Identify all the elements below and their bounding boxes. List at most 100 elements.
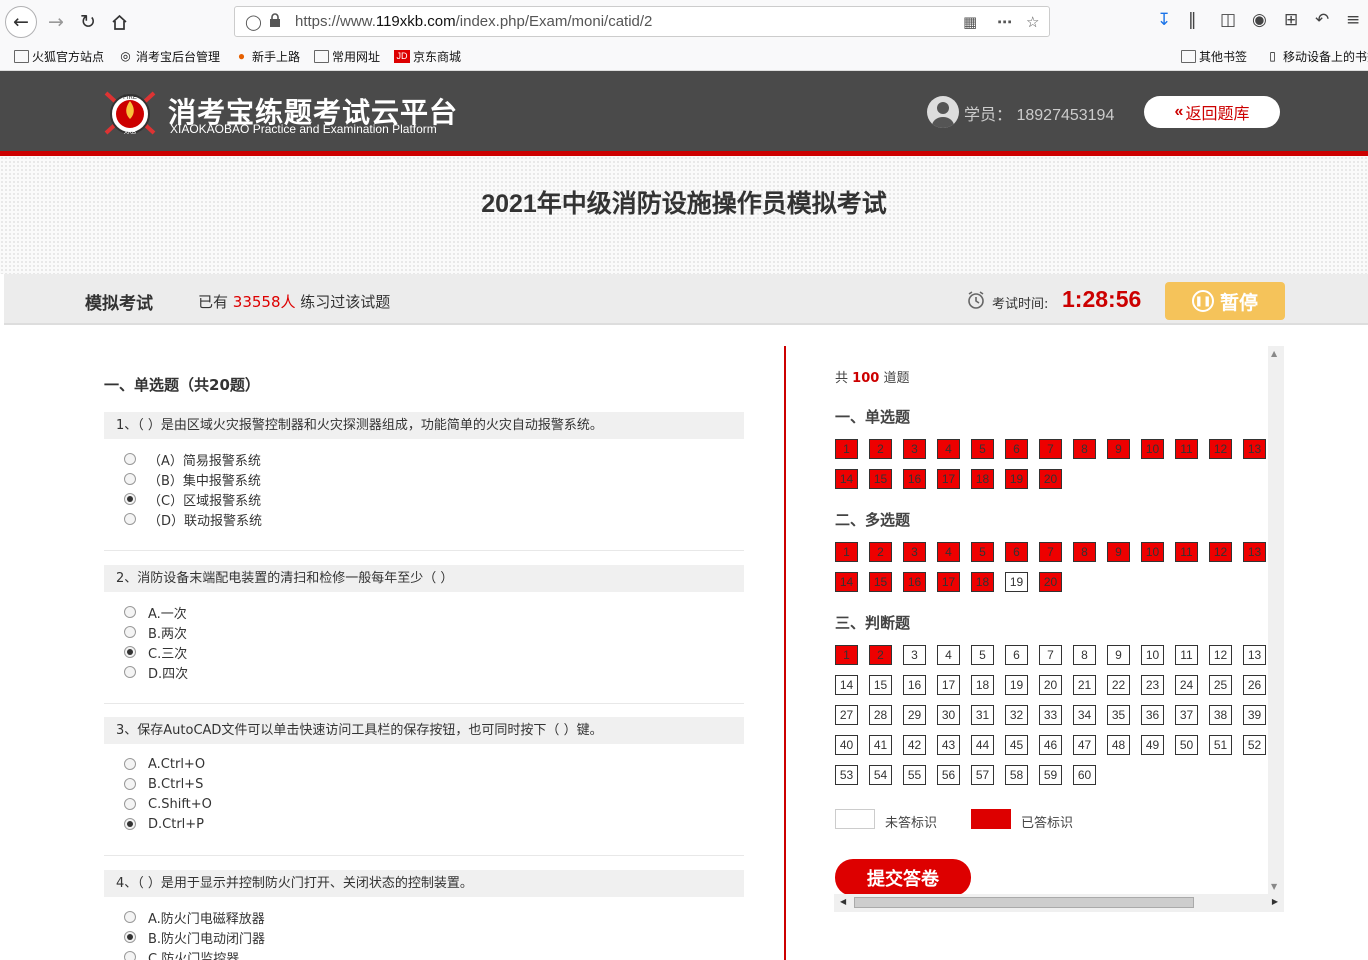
question-number-cell[interactable]: 4: [937, 439, 960, 459]
question-number-cell[interactable]: 49: [1141, 735, 1164, 755]
question-number-cell[interactable]: 6: [1005, 542, 1028, 562]
answer-option[interactable]: D.Ctrl+P: [124, 814, 744, 834]
radio-button[interactable]: [124, 493, 136, 505]
radio-button[interactable]: [124, 951, 136, 960]
radio-button[interactable]: [124, 513, 136, 525]
question-number-cell[interactable]: 10: [1141, 645, 1164, 665]
question-number-cell[interactable]: 17: [937, 572, 960, 592]
question-number-cell[interactable]: 3: [903, 542, 926, 562]
question-number-cell[interactable]: 9: [1107, 439, 1130, 459]
question-number-cell[interactable]: 57: [971, 765, 994, 785]
question-number-cell[interactable]: 19: [1005, 572, 1028, 592]
answer-option[interactable]: B.Ctrl+S: [124, 774, 744, 794]
question-number-cell[interactable]: 20: [1039, 469, 1062, 489]
question-number-cell[interactable]: 11: [1175, 439, 1198, 459]
question-number-cell[interactable]: 14: [835, 469, 858, 489]
radio-button[interactable]: [124, 666, 136, 678]
bookmark-star-icon[interactable]: ☆: [1026, 13, 1039, 31]
question-number-cell[interactable]: 20: [1039, 572, 1062, 592]
question-number-cell[interactable]: 11: [1175, 645, 1198, 665]
bookmark-item[interactable]: 火狐官方站点: [14, 48, 104, 65]
question-number-cell[interactable]: 27: [835, 705, 858, 725]
question-number-cell[interactable]: 12: [1209, 439, 1232, 459]
question-number-cell[interactable]: 16: [903, 572, 926, 592]
question-number-cell[interactable]: 3: [903, 439, 926, 459]
answer-option[interactable]: A.Ctrl+O: [124, 754, 744, 774]
scroll-down-icon[interactable]: ▼: [1271, 882, 1277, 891]
question-number-cell[interactable]: 33: [1039, 705, 1062, 725]
download-icon[interactable]: ↧: [1157, 10, 1171, 30]
question-number-cell[interactable]: 15: [869, 675, 892, 695]
question-number-cell[interactable]: 16: [903, 675, 926, 695]
answer-option[interactable]: （B）集中报警系统: [124, 469, 744, 489]
question-number-cell[interactable]: 8: [1073, 439, 1096, 459]
submit-button[interactable]: 提交答卷: [835, 859, 971, 896]
question-number-cell[interactable]: 46: [1039, 735, 1062, 755]
question-number-cell[interactable]: 42: [903, 735, 926, 755]
question-number-cell[interactable]: 34: [1073, 705, 1096, 725]
question-number-cell[interactable]: 11: [1175, 542, 1198, 562]
question-number-cell[interactable]: 16: [903, 469, 926, 489]
question-number-cell[interactable]: 4: [937, 542, 960, 562]
question-number-cell[interactable]: 12: [1209, 542, 1232, 562]
question-number-cell[interactable]: 50: [1175, 735, 1198, 755]
url-text[interactable]: https://www.119xkb.com/index.php/Exam/mo…: [295, 13, 652, 30]
question-number-cell[interactable]: 39: [1243, 705, 1266, 725]
lock-icon[interactable]: [269, 13, 281, 31]
account-icon[interactable]: ◉: [1252, 10, 1267, 30]
question-number-cell[interactable]: 26: [1243, 675, 1266, 695]
question-number-cell[interactable]: 41: [869, 735, 892, 755]
radio-button[interactable]: [124, 473, 136, 485]
vertical-scrollbar[interactable]: ▲ ▼: [1268, 346, 1284, 894]
question-number-cell[interactable]: 44: [971, 735, 994, 755]
question-number-cell[interactable]: 45: [1005, 735, 1028, 755]
question-number-cell[interactable]: 56: [937, 765, 960, 785]
question-number-cell[interactable]: 4: [937, 645, 960, 665]
answer-option[interactable]: （D）联动报警系统: [124, 509, 744, 529]
answer-option[interactable]: C.Shift+O: [124, 794, 744, 814]
question-number-cell[interactable]: 2: [869, 439, 892, 459]
question-number-cell[interactable]: 37: [1175, 705, 1198, 725]
radio-button[interactable]: [124, 758, 136, 770]
scrollbar-thumb[interactable]: [854, 897, 1194, 908]
scroll-up-icon[interactable]: ▲: [1271, 349, 1277, 358]
question-number-cell[interactable]: 7: [1039, 439, 1062, 459]
question-number-cell[interactable]: 12: [1209, 645, 1232, 665]
radio-button[interactable]: [124, 453, 136, 465]
question-number-cell[interactable]: 31: [971, 705, 994, 725]
bookmark-item[interactable]: 常用网址: [314, 48, 380, 65]
question-number-cell[interactable]: 17: [937, 469, 960, 489]
question-number-cell[interactable]: 53: [835, 765, 858, 785]
question-number-cell[interactable]: 51: [1209, 735, 1232, 755]
radio-button[interactable]: [124, 911, 136, 923]
question-number-cell[interactable]: 25: [1209, 675, 1232, 695]
reload-icon[interactable]: ↻: [72, 6, 104, 38]
question-number-cell[interactable]: 6: [1005, 645, 1028, 665]
radio-button[interactable]: [124, 646, 136, 658]
question-number-cell[interactable]: 19: [1005, 675, 1028, 695]
radio-button[interactable]: [124, 798, 136, 810]
question-number-cell[interactable]: 38: [1209, 705, 1232, 725]
question-number-cell[interactable]: 19: [1005, 469, 1028, 489]
question-number-cell[interactable]: 22: [1107, 675, 1130, 695]
scroll-left-icon[interactable]: ◀: [840, 897, 846, 906]
question-number-cell[interactable]: 29: [903, 705, 926, 725]
radio-button[interactable]: [124, 778, 136, 790]
question-number-cell[interactable]: 54: [869, 765, 892, 785]
question-number-cell[interactable]: 6: [1005, 439, 1028, 459]
library-icon[interactable]: ‖: [1188, 10, 1197, 30]
question-number-cell[interactable]: 15: [869, 572, 892, 592]
question-number-cell[interactable]: 36: [1141, 705, 1164, 725]
menu-icon[interactable]: ≡: [1346, 10, 1360, 30]
pause-button[interactable]: ❚❚ 暂停: [1165, 282, 1285, 320]
question-number-cell[interactable]: 9: [1107, 542, 1130, 562]
question-number-cell[interactable]: 10: [1141, 439, 1164, 459]
radio-button[interactable]: [124, 606, 136, 618]
question-number-cell[interactable]: 2: [869, 645, 892, 665]
bookmark-item[interactable]: JD 京东商城: [394, 48, 461, 65]
question-number-cell[interactable]: 52: [1243, 735, 1266, 755]
question-number-cell[interactable]: 32: [1005, 705, 1028, 725]
question-number-cell[interactable]: 23: [1141, 675, 1164, 695]
mobile-bookmarks[interactable]: ▯移动设备上的书签: [1265, 48, 1368, 65]
question-number-cell[interactable]: 15: [869, 469, 892, 489]
